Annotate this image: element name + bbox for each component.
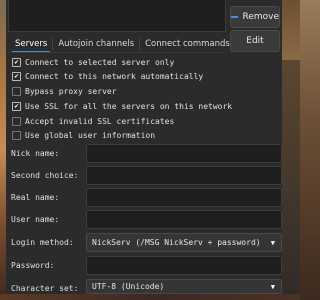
chevron-down-icon: ▼	[270, 282, 275, 291]
second-choice-label: Second choice:	[11, 171, 79, 180]
option-label: Use SSL for all the servers on this netw…	[25, 101, 233, 111]
desktop-wallpaper-right-bottom	[282, 60, 300, 300]
checkbox-empty-icon[interactable]	[12, 86, 21, 96]
option-accept-invalid-ssl[interactable]: Accept invalid SSL certificates	[12, 115, 174, 127]
option-label: Use global user information	[25, 130, 156, 140]
remove-button[interactable]: Remove	[230, 6, 280, 28]
second-choice-field[interactable]	[86, 166, 282, 185]
password-field[interactable]	[86, 256, 282, 275]
real-name-field[interactable]	[86, 188, 282, 207]
tab-panel-divider	[8, 52, 224, 53]
tab-separator	[52, 37, 54, 51]
tab-connect-commands[interactable]: Connect commands	[142, 37, 233, 51]
option-label: Connect to selected server only	[25, 57, 175, 67]
option-use-ssl[interactable]: ✔ Use SSL for all the servers on this ne…	[12, 100, 232, 112]
chevron-down-icon: ▼	[270, 238, 275, 247]
remove-button-label: Remove	[242, 12, 279, 22]
server-list[interactable]	[8, 0, 226, 32]
edit-button[interactable]: Edit	[230, 30, 280, 52]
character-set-label: Character set:	[11, 284, 79, 293]
option-label: Connect to this network automatically	[25, 71, 204, 81]
tab-servers[interactable]: Servers	[12, 37, 51, 53]
nick-name-label: Nick name:	[11, 149, 60, 158]
checkmark-icon[interactable]: ✔	[12, 57, 21, 67]
option-connect-automatically[interactable]: ✔ Connect to this network automatically	[12, 70, 203, 82]
user-name-field[interactable]	[86, 210, 282, 229]
option-label: Bypass proxy server	[25, 86, 117, 96]
tab-bar: Servers Autojoin channels Connect comman…	[12, 37, 233, 53]
tab-separator	[139, 37, 141, 51]
checkmark-icon[interactable]: ✔	[12, 71, 21, 81]
password-label: Password:	[11, 261, 55, 270]
login-method-label: Login method:	[11, 238, 74, 247]
option-global-user-info[interactable]: Use global user information	[12, 129, 155, 141]
login-method-value: NickServ (/MSG NickServ + password)	[92, 238, 261, 247]
character-set-select[interactable]: UTF-8 (Unicode) ▼	[86, 279, 282, 294]
tab-autojoin-channels[interactable]: Autojoin channels	[55, 37, 137, 51]
user-name-label: User name:	[11, 215, 60, 224]
option-connect-selected-only[interactable]: ✔ Connect to selected server only	[12, 56, 174, 68]
edit-button-label: Edit	[246, 36, 264, 46]
option-label: Accept invalid SSL certificates	[25, 116, 175, 126]
real-name-label: Real name:	[11, 193, 60, 202]
checkbox-empty-icon[interactable]	[12, 116, 21, 126]
minus-icon	[231, 16, 239, 18]
option-bypass-proxy[interactable]: Bypass proxy server	[12, 85, 117, 97]
character-set-value: UTF-8 (Unicode)	[92, 282, 165, 291]
checkmark-icon[interactable]: ✔	[12, 101, 21, 111]
login-method-select[interactable]: NickServ (/MSG NickServ + password) ▼	[86, 233, 282, 252]
desktop-wallpaper-right-top	[282, 0, 300, 60]
checkbox-empty-icon[interactable]	[12, 130, 21, 140]
nick-name-field[interactable]	[86, 144, 282, 163]
